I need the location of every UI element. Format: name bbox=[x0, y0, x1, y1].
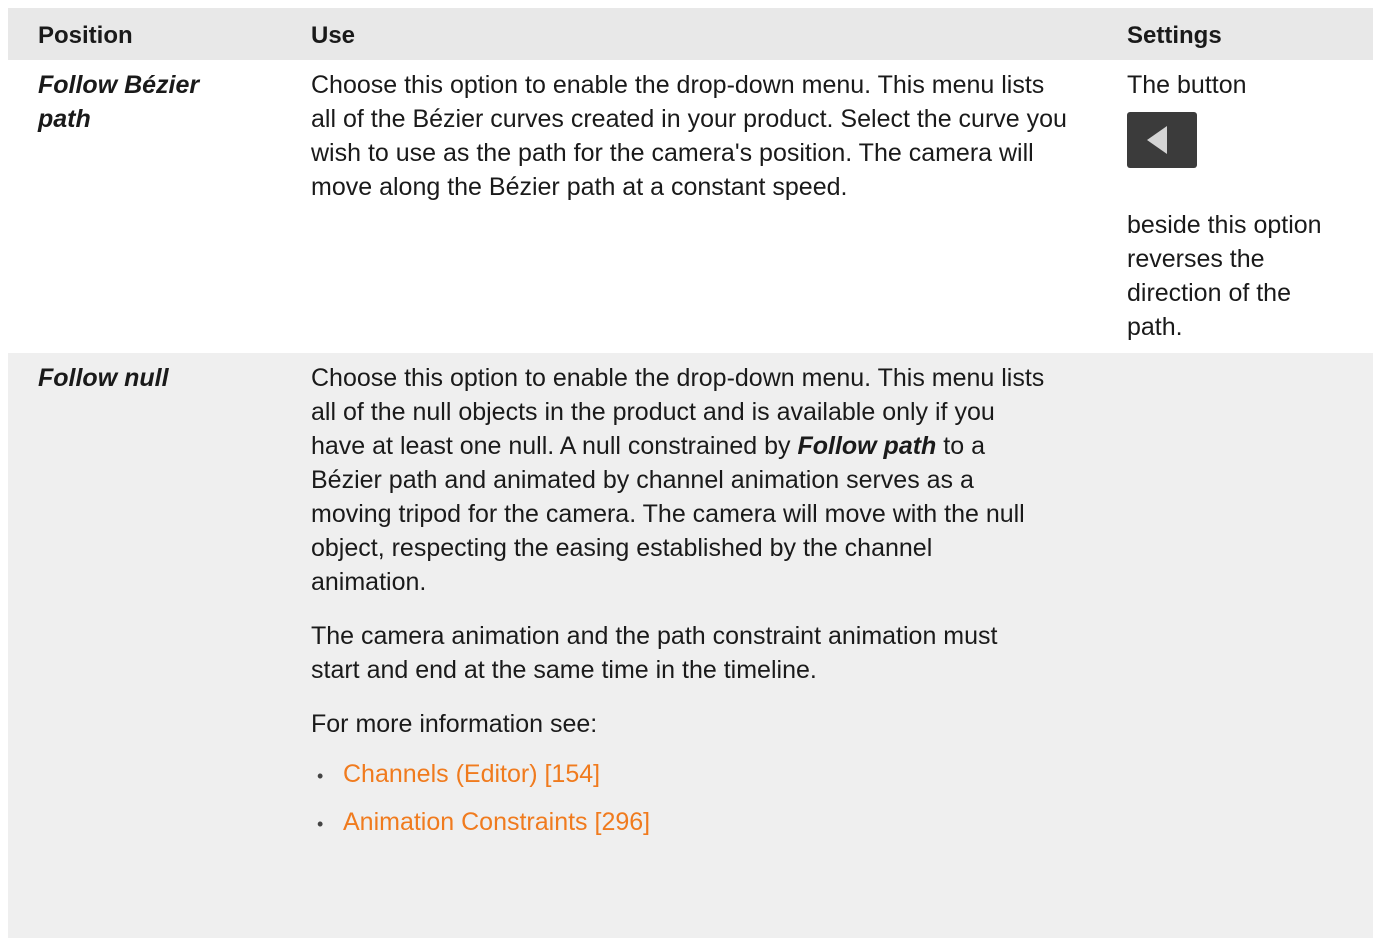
channels-editor-link[interactable]: Channels (Editor) [154] bbox=[343, 757, 600, 791]
table-row: Follow null Choose this option to enable… bbox=[8, 353, 1373, 938]
use-paragraph: Choose this option to enable the drop-do… bbox=[311, 361, 1051, 599]
settings-text-after: beside this option reverses the directio… bbox=[1127, 211, 1322, 341]
use-cell: Choose this option to enable the drop-do… bbox=[311, 361, 1127, 938]
settings-cell bbox=[1127, 361, 1373, 938]
use-paragraph: For more information see: bbox=[311, 710, 598, 738]
list-item: • Channels (Editor) [154] bbox=[311, 757, 1127, 793]
settings-table: Position Use Settings Follow Bézier path… bbox=[8, 8, 1373, 938]
header-position: Position bbox=[38, 22, 133, 49]
bullet-icon: • bbox=[317, 814, 324, 834]
settings-text-before: The button bbox=[1127, 71, 1247, 99]
use-paragraph: Choose this option to enable the drop-do… bbox=[311, 71, 1067, 201]
animation-constraints-link[interactable]: Animation Constraints [296] bbox=[343, 805, 650, 839]
reverse-direction-icon bbox=[1127, 112, 1197, 168]
list-item: • Animation Constraints [296] bbox=[311, 805, 1127, 841]
position-label: Follow Bézier path bbox=[38, 71, 200, 133]
triangle-left-icon bbox=[1147, 126, 1167, 154]
reference-list: • Channels (Editor) [154] • Animation Co… bbox=[311, 757, 1127, 841]
position-label: Follow null bbox=[38, 364, 169, 392]
bullet-icon: • bbox=[317, 766, 324, 786]
table-row: Follow Bézier path Choose this option to… bbox=[8, 60, 1373, 353]
use-cell: Choose this option to enable the drop-do… bbox=[311, 68, 1127, 353]
position-cell: Follow Bézier path bbox=[8, 68, 311, 353]
settings-cell: The button beside this option reverses t… bbox=[1127, 68, 1373, 353]
position-cell: Follow null bbox=[8, 361, 311, 938]
table-header-row: Position Use Settings bbox=[8, 8, 1373, 60]
header-settings: Settings bbox=[1127, 22, 1222, 49]
use-paragraph: The camera animation and the path constr… bbox=[311, 622, 998, 684]
follow-path-term: Follow path bbox=[797, 432, 937, 460]
header-use: Use bbox=[311, 22, 356, 49]
